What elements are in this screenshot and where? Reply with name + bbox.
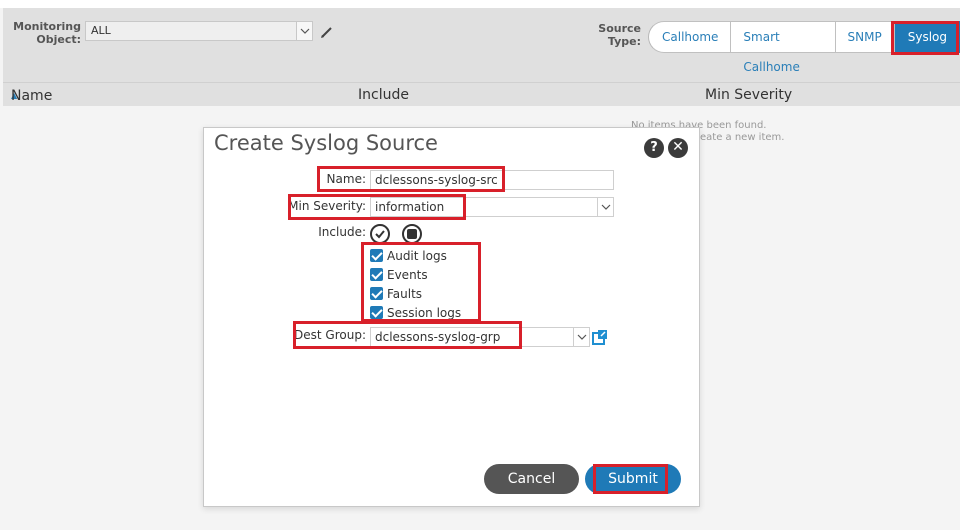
column-include[interactable]: Include (358, 84, 409, 106)
cancel-button[interactable]: Cancel (484, 464, 579, 494)
column-min-severity[interactable]: Min Severity (705, 84, 792, 106)
deselect-all-icon[interactable] (402, 224, 422, 244)
close-icon[interactable]: ✕ (668, 138, 688, 158)
highlight-include (361, 242, 481, 322)
pencil-icon[interactable] (319, 24, 335, 40)
chevron-down-icon[interactable] (597, 198, 613, 216)
chevron-down-icon[interactable] (573, 328, 589, 346)
select-all-check-icon[interactable] (370, 224, 390, 244)
table-header: ▲ Name Include Min Severity (3, 82, 960, 106)
highlight-syslog (891, 21, 959, 55)
source-type-label-line1: Source (598, 22, 641, 35)
column-name-label: Name (11, 88, 53, 104)
monitoring-object-label: Monitoring Object: (13, 20, 81, 46)
chevron-down-icon[interactable] (296, 22, 312, 40)
monitoring-object-label-line2: Object: (36, 33, 81, 46)
source-type-label: Source Type: (589, 22, 641, 48)
highlight-submit (593, 464, 668, 494)
toolbar: Monitoring Object: ALL Source Type: Call… (3, 8, 960, 82)
monitoring-object-select[interactable]: ALL (85, 21, 313, 41)
source-type-snmp[interactable]: SNMP (835, 21, 895, 53)
include-label: Include: (318, 225, 366, 239)
source-type-smart-callhome[interactable]: Smart Callhome (731, 21, 836, 74)
source-type-callhome[interactable]: Callhome (648, 21, 732, 53)
open-external-icon[interactable] (592, 329, 608, 345)
highlight-dest-group (293, 321, 522, 349)
highlight-min-severity (288, 194, 466, 220)
monitoring-object-label-line1: Monitoring (13, 20, 81, 33)
top-strip (0, 0, 960, 8)
source-type-label-line2: Type: (607, 35, 641, 48)
monitoring-object-value: ALL (91, 24, 111, 37)
help-icon[interactable]: ? (644, 138, 664, 158)
highlight-name (317, 166, 505, 192)
dialog-title: Create Syslog Source (214, 131, 438, 155)
create-syslog-source-dialog: Create Syslog Source ? ✕ Name: dclessons… (203, 127, 700, 507)
